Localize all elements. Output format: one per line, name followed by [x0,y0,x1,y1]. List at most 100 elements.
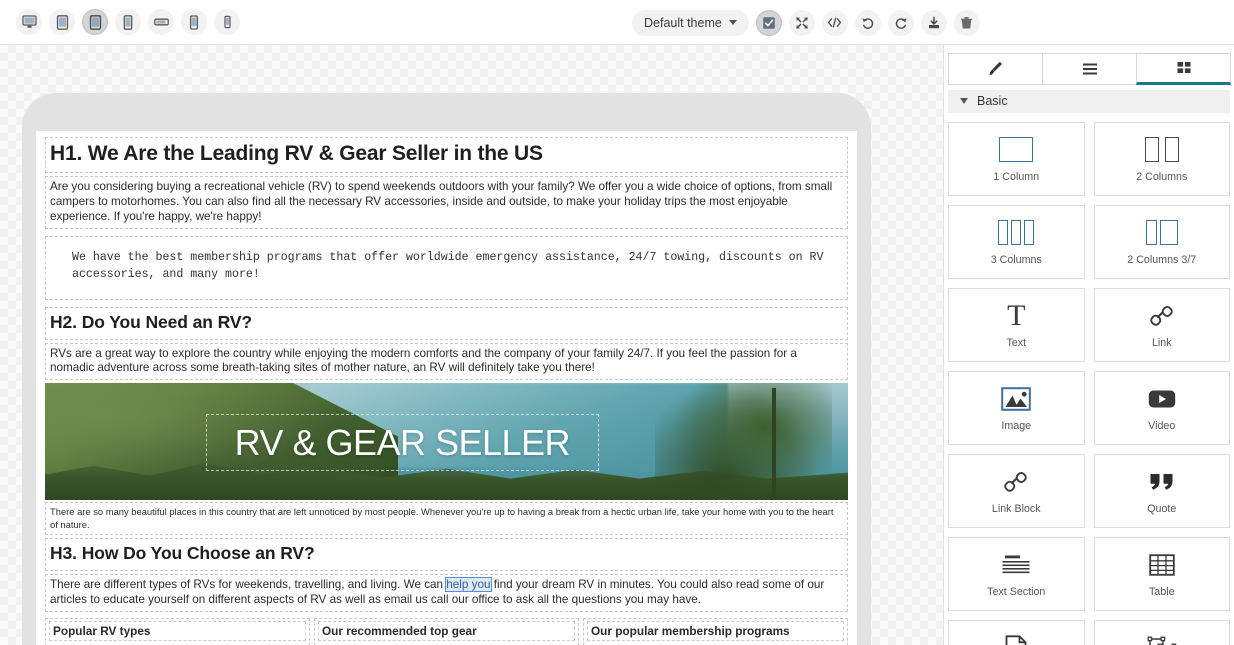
quote-text: We have the best membership programs tha… [72,250,824,281]
widget-table[interactable]: Table [1093,536,1230,611]
widget-label: Table [1148,585,1175,598]
two-columns-37-icon [1145,218,1178,248]
intro-paragraph: Are you considering buying a recreationa… [50,180,833,223]
help-you-link[interactable]: help you [445,576,492,592]
widget-image[interactable]: Image [948,370,1085,445]
h3-text-before: There are different types of RVs for wee… [50,577,447,591]
widget-link-block[interactable]: Link Block [948,453,1085,528]
editor-canvas[interactable]: H1. We Are the Leading RV & Gear Seller … [0,45,944,645]
widget-label: 1 Column [993,170,1040,183]
section-heading-h3: H3. How Do You Choose an RV? [50,542,315,563]
widget-label: Quote [1147,502,1177,515]
widget-label: Text Section [987,585,1046,598]
heading-h1-block[interactable]: H1. We Are the Leading RV & Gear Seller … [45,137,848,173]
content-widget-icon [1147,633,1177,645]
one-column-icon [999,135,1034,165]
save-button[interactable] [920,9,947,36]
heading-h3-block[interactable]: H3. How Do You Choose an RV? [45,537,848,571]
device-phone-small-button[interactable] [214,9,240,35]
column-title: Our popular membership programs [587,620,844,641]
quote-block[interactable]: We have the best membership programs tha… [45,235,848,300]
top-toolbar: Default theme [0,0,1234,45]
fullscreen-button[interactable] [788,9,815,36]
three-columns-icon [998,218,1035,248]
widget-content-widget[interactable]: Content Widget [1093,619,1230,645]
code-view-button[interactable] [821,9,848,36]
list-icon [1082,63,1097,75]
widget-text[interactable]: T Text [948,287,1085,362]
h2-paragraph: RVs are a great way to explore the count… [50,346,797,375]
right-panel-tabs [948,53,1231,85]
hero-tree-right [655,383,832,501]
page-content[interactable]: H1. We Are the Leading RV & Gear Seller … [36,131,857,645]
table-icon [1149,550,1175,580]
two-columns-icon [1144,135,1179,165]
widget-grid: 1 Column 2 Columns 3 Columns 2 Columns 3… [944,113,1234,645]
widget-label: 2 Columns [1136,170,1188,183]
h2-paragraph-block[interactable]: RVs are a great way to explore the count… [45,342,848,381]
widget-quote[interactable]: Quote [1093,453,1230,528]
heading-h2-block[interactable]: H2. Do You Need an RV? [45,306,848,340]
content-block-icon [1005,633,1027,645]
column-top-gear[interactable]: Our recommended top gear Camp kitchen RV… [314,617,579,645]
section-header-basic[interactable]: Basic [948,89,1230,113]
column-title: Our recommended top gear [318,620,575,641]
widget-label: Link [1151,336,1172,349]
hero-image[interactable]: RV & GEAR SELLER [45,383,848,501]
hero-caption-block[interactable]: There are so many beautiful places in th… [45,502,848,535]
link-block-icon [1003,467,1029,497]
hero-overlay-text: RV & GEAR SELLER [234,421,571,463]
chevron-down-icon [960,98,968,105]
three-column-row: Popular RV types Pop up Small camper Fif… [45,617,848,645]
right-panel: Basic 1 Column 2 Columns 3 Columns 2 Col… [944,45,1234,645]
toggle-borders-button[interactable] [755,9,782,36]
toolbar-actions: Default theme [632,0,980,45]
widget-label: 2 Columns 3/7 [1127,253,1197,266]
section-heading-h2: H2. Do You Need an RV? [50,311,253,332]
widget-label: Image [1001,419,1032,432]
widget-3-columns[interactable]: 3 Columns [948,204,1085,279]
grid-icon [1177,61,1190,73]
tab-settings[interactable] [1042,53,1137,85]
device-phone-large-button[interactable] [115,9,141,35]
page-title: H1. We Are the Leading RV & Gear Seller … [50,142,543,165]
main-area: H1. We Are the Leading RV & Gear Seller … [0,45,1234,645]
quote-icon [1149,467,1175,497]
hero-tree-trunk [771,388,776,501]
device-phone-landscape-button[interactable] [148,9,174,35]
page-builder-app: Default theme H1. We Are the Leading RV … [0,0,1234,645]
widget-label: Text [1006,336,1027,349]
tab-style[interactable] [948,53,1043,85]
device-preview-group [8,9,240,35]
widget-label: 3 Columns [990,253,1042,266]
text-section-icon [1001,550,1031,580]
hero-overlay-text-box[interactable]: RV & GEAR SELLER [205,413,600,472]
theme-selector[interactable]: Default theme [632,9,749,36]
text-icon: T [1007,298,1026,332]
widget-content-block[interactable]: Content Block [948,619,1085,645]
column-rv-types[interactable]: Popular RV types Pop up Small camper Fif… [45,617,310,645]
widget-2-columns[interactable]: 2 Columns [1093,121,1230,196]
column-title: Popular RV types [49,620,306,641]
device-frame: H1. We Are the Leading RV & Gear Seller … [22,93,871,645]
widget-video[interactable]: Video [1093,370,1230,445]
redo-button[interactable] [887,9,914,36]
h3-paragraph-block[interactable]: There are different types of RVs for wee… [45,573,848,612]
device-phone-button[interactable] [181,9,207,35]
delete-button[interactable] [953,9,980,36]
h3-paragraph: There are different types of RVs for wee… [48,576,845,610]
intro-paragraph-block[interactable]: Are you considering buying a recreationa… [45,176,848,229]
widget-text-section[interactable]: Text Section [948,536,1085,611]
video-icon [1148,384,1176,414]
widget-2-columns-37[interactable]: 2 Columns 3/7 [1093,204,1230,279]
device-desktop-button[interactable] [16,9,42,35]
section-header-label: Basic [977,94,1008,109]
column-membership[interactable]: Our popular membership programs Travel a… [583,617,848,645]
widget-1-column[interactable]: 1 Column [948,121,1085,196]
tab-widgets[interactable] [1136,53,1231,85]
hero-caption: There are so many beautiful places in th… [50,506,834,530]
widget-link[interactable]: Link [1093,287,1230,362]
undo-button[interactable] [854,9,881,36]
device-tablet-button[interactable] [82,9,108,35]
device-tablet-landscape-button[interactable] [49,9,75,35]
